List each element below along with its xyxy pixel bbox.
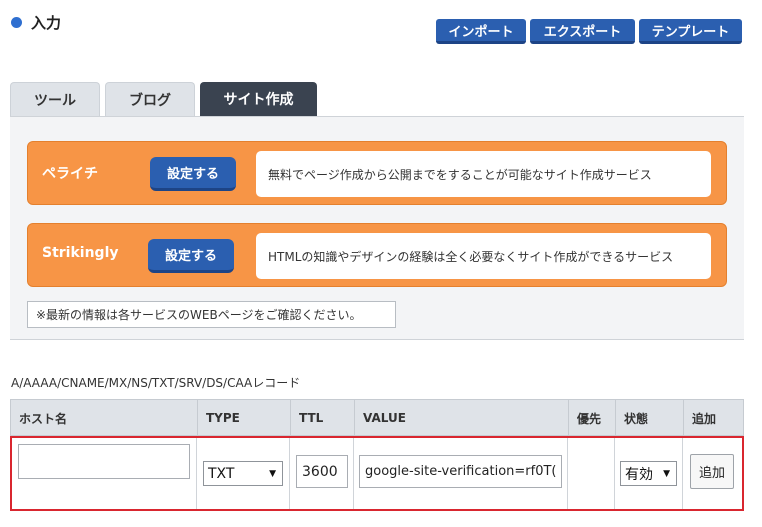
chevron-down-icon: ▼ xyxy=(269,468,276,479)
record-types-caption: A/AAAA/CNAME/MX/NS/TXT/SRV/DS/CAAレコード xyxy=(11,376,301,390)
site-creation-panel: ペライチ 設定する 無料でページ作成から公開までをすることが可能なサイト作成サー… xyxy=(10,116,744,340)
service-description: 無料でページ作成から公開までをすることが可能なサイト作成サービス xyxy=(256,151,711,197)
import-button[interactable]: インポート xyxy=(436,19,526,44)
column-header-ttl: TTL xyxy=(291,400,355,436)
column-header-type: TYPE xyxy=(198,400,291,436)
service-card-peraichi: ペライチ 設定する 無料でページ作成から公開までをすることが可能なサイト作成サー… xyxy=(27,141,727,205)
ttl-cell: 3600 xyxy=(290,438,354,509)
service-description: HTMLの知識やデザインの経験は全く必要なくサイト作成ができるサービス xyxy=(256,233,711,279)
value-cell: google-site-verification=rf0T( xyxy=(354,438,568,509)
tab-blog[interactable]: ブログ xyxy=(105,82,195,116)
service-name: Strikingly xyxy=(42,245,119,261)
tab-tool[interactable]: ツール xyxy=(10,82,100,116)
host-cell xyxy=(12,438,197,509)
column-header-value: VALUE xyxy=(355,400,569,436)
strikingly-settings-button[interactable]: 設定する xyxy=(148,239,234,273)
type-cell: TXT ▼ xyxy=(197,438,290,509)
host-input[interactable] xyxy=(18,444,190,479)
table-header: ホスト名 TYPE TTL VALUE 優先 状態 追加 xyxy=(10,399,744,436)
page-header: 入力 インポート エクスポート テンプレート xyxy=(0,0,762,50)
ttl-input[interactable]: 3600 xyxy=(296,455,348,488)
status-select[interactable]: 有効 ▼ xyxy=(620,461,677,486)
export-button[interactable]: エクスポート xyxy=(530,19,635,44)
column-header-host: ホスト名 xyxy=(11,400,198,436)
chevron-down-icon: ▼ xyxy=(663,468,670,479)
page-title: 入力 xyxy=(31,14,62,32)
template-button[interactable]: テンプレート xyxy=(639,19,742,44)
service-card-strikingly: Strikingly 設定する HTMLの知識やデザインの経験は全く必要なくサイ… xyxy=(27,223,727,287)
service-name: ペライチ xyxy=(42,166,98,182)
type-select-value: TXT xyxy=(208,465,235,482)
notice-text: ※最新の情報は各サービスのWEBページをご確認ください。 xyxy=(27,301,396,328)
title-bullet-icon xyxy=(11,17,22,28)
type-select[interactable]: TXT ▼ xyxy=(203,461,283,486)
tab-site-creation[interactable]: サイト作成 xyxy=(200,82,317,116)
status-select-value: 有効 xyxy=(625,466,653,483)
host-domain-hint xyxy=(22,486,132,497)
peraichi-settings-button[interactable]: 設定する xyxy=(150,157,236,191)
table-row: TXT ▼ 3600 google-site-verification=rf0T… xyxy=(10,436,744,511)
column-header-add: 追加 xyxy=(692,411,717,426)
status-cell: 有効 ▼ xyxy=(615,438,683,509)
add-cell: 追加 xyxy=(683,438,742,509)
priority-cell xyxy=(568,438,615,509)
add-button[interactable]: 追加 xyxy=(690,454,734,489)
value-input[interactable]: google-site-verification=rf0T( xyxy=(359,455,562,488)
column-header-priority: 優先 xyxy=(569,400,616,436)
column-header-status: 状態 xyxy=(616,400,684,436)
